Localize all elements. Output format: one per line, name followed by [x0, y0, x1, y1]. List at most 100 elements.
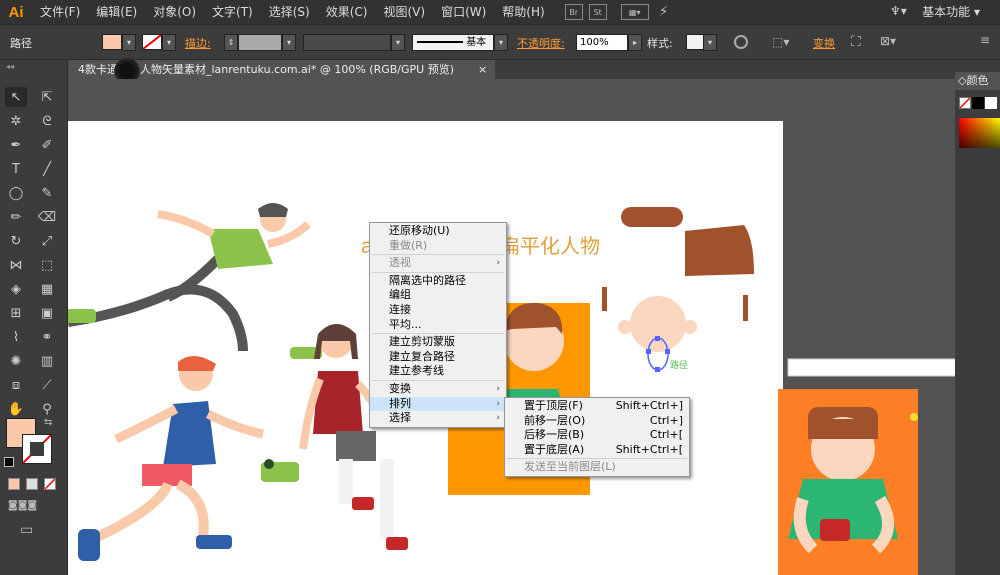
opacity-dropdown[interactable]: ▸ — [628, 34, 642, 51]
lasso-tool-icon[interactable]: ᘓ — [36, 111, 58, 131]
menu-6[interactable]: 视图(V) — [375, 0, 433, 24]
graph-tool-icon[interactable]: ▥ — [36, 351, 58, 371]
context-menu-item[interactable]: 置于底层(A) Shift+Ctrl+[ — [505, 443, 689, 458]
eraser-tool-icon[interactable]: ⌫ — [36, 207, 58, 227]
hand-tool-icon[interactable]: ✋ — [5, 399, 27, 419]
type-tool-icon[interactable]: T — [5, 159, 27, 179]
stroke-color-box[interactable] — [22, 434, 52, 464]
context-menu-item[interactable]: 选择 › — [370, 411, 506, 426]
context-menu-item[interactable]: 隔离选中的路径 — [370, 274, 506, 289]
selection-tool-icon[interactable]: ↖ — [5, 87, 27, 107]
ellipse-tool-icon[interactable]: ◯ — [5, 183, 27, 203]
width-tool-icon[interactable]: ⋈ — [5, 255, 27, 275]
scale-tool-icon[interactable]: ⤢ — [36, 231, 58, 251]
menu-7[interactable]: 窗口(W) — [433, 0, 494, 24]
bald-head-artwork[interactable]: 路径 — [618, 296, 697, 372]
rotate-tool-icon[interactable]: ↻ — [5, 231, 27, 251]
eyedropper-tool-icon[interactable]: ⌇ — [5, 327, 27, 347]
default-colors-icon[interactable] — [4, 457, 14, 467]
color-panel-tab[interactable]: ◇颜色 — [955, 72, 1000, 90]
brush-dropdown[interactable]: ▾ — [494, 34, 508, 51]
panel-menu-icon[interactable]: ≡ — [980, 33, 990, 47]
align-icon[interactable]: ⬚▾ — [772, 35, 789, 49]
recolor-artwork-icon[interactable] — [734, 35, 748, 49]
transform-link[interactable]: 变换 — [813, 35, 835, 51]
opacity-input[interactable]: 100% — [576, 34, 628, 51]
stroke-dropdown[interactable]: ▾ — [162, 34, 176, 51]
context-menu-item[interactable]: 建立参考线 — [370, 364, 506, 379]
fill-dropdown[interactable]: ▾ — [122, 34, 136, 51]
stroke-weight-dropdown[interactable]: ▾ — [282, 34, 296, 51]
none-mode-icon[interactable] — [44, 478, 56, 490]
context-menu-item[interactable]: 后移一层(B) Ctrl+[ — [505, 428, 689, 443]
variable-width-profile[interactable] — [303, 34, 391, 51]
paintbrush-tool-icon[interactable]: ✎ — [36, 183, 58, 203]
panel-black-swatch[interactable] — [972, 97, 984, 109]
menu-2[interactable]: 对象(O) — [145, 0, 204, 24]
fill-swatch[interactable] — [102, 34, 122, 50]
context-menu-item[interactable]: 编组 — [370, 288, 506, 303]
shape-builder-tool-icon[interactable]: ◈ — [5, 279, 27, 299]
symbol-sprayer-tool-icon[interactable]: ✺ — [5, 351, 27, 371]
drawing-modes-icon[interactable]: ◙◙◙ — [8, 500, 37, 511]
opacity-label[interactable]: 不透明度: — [517, 35, 565, 51]
context-menu-item[interactable]: 平均... — [370, 318, 506, 333]
context-menu-item[interactable]: 建立复合路径 — [370, 350, 506, 365]
variable-width-dropdown[interactable]: ▾ — [391, 34, 405, 51]
workspace-switcher[interactable]: 基本功能 ▾ — [922, 0, 980, 24]
context-menu-item[interactable]: 置于顶层(F) Shift+Ctrl+] — [505, 399, 689, 414]
curvature-tool-icon[interactable]: ✐ — [36, 135, 58, 155]
stroke-weight-stepper[interactable]: ⇕ — [224, 34, 238, 51]
brush-definition[interactable]: 基本 — [412, 34, 494, 51]
perspective-grid-tool-icon[interactable]: ▦ — [36, 279, 58, 299]
slice-tool-icon[interactable]: ⟋ — [36, 375, 58, 395]
panel-none-swatch[interactable] — [959, 97, 971, 109]
pencil-tool-icon[interactable]: ✏ — [5, 207, 27, 227]
line-tool-icon[interactable]: ╱ — [36, 159, 58, 179]
panel-white-swatch[interactable] — [985, 97, 997, 109]
gradient-mode-icon[interactable] — [26, 478, 38, 490]
color-mode-icon[interactable] — [8, 478, 20, 490]
stock-icon[interactable]: St — [588, 4, 607, 20]
bridge-icon[interactable]: Br — [564, 4, 583, 20]
stroke-label[interactable]: 描边: — [185, 35, 211, 51]
canvas-area[interactable]: a 扁平化人物 路径 — [68, 79, 955, 575]
color-spectrum[interactable] — [959, 118, 1000, 148]
blend-tool-icon[interactable]: ⚭ — [36, 327, 58, 347]
menu-1[interactable]: 编辑(E) — [88, 0, 145, 24]
menu-5[interactable]: 效果(C) — [318, 0, 376, 24]
context-menu-item[interactable]: 还原移动(U) — [370, 224, 506, 239]
menu-8[interactable]: 帮助(H) — [494, 0, 552, 24]
close-tab-icon[interactable]: × — [478, 60, 487, 79]
artboard-tool-icon[interactable]: ⧈ — [5, 375, 27, 395]
context-menu-item[interactable]: 建立剪切蒙版 — [370, 335, 506, 350]
screen-mode-icon[interactable]: ▭ — [20, 522, 33, 538]
menu-0[interactable]: 文件(F) — [32, 0, 88, 24]
runner-woman[interactable] — [68, 203, 322, 359]
context-menu-item[interactable]: 前移一层(O) Ctrl+] — [505, 414, 689, 429]
mesh-tool-icon[interactable]: ⊞ — [5, 303, 27, 323]
zoom-tool-icon[interactable]: ⚲ — [36, 399, 58, 419]
runner-man-blue[interactable] — [78, 355, 264, 561]
gpu-performance-icon[interactable]: ⚡ — [655, 4, 673, 20]
stroke-swatch[interactable] — [142, 34, 162, 50]
menu-3[interactable]: 文字(T) — [204, 0, 261, 24]
collapse-toolbar-icon[interactable]: ◂◂ — [6, 62, 14, 71]
menu-4[interactable]: 选择(S) — [261, 0, 318, 24]
context-menu-item[interactable]: 变换 › — [370, 382, 506, 397]
context-menu-item[interactable]: 排列 › — [370, 396, 506, 412]
transform-bounds-icon[interactable]: ⛶ — [851, 34, 861, 50]
boy-card-artwork-2[interactable] — [778, 389, 918, 575]
gradient-tool-icon[interactable]: ▣ — [36, 303, 58, 323]
swap-fill-stroke-icon[interactable]: ⇆ — [44, 417, 52, 428]
context-menu-item[interactable]: 连接 — [370, 303, 506, 318]
arrange-documents-icon[interactable]: ▦▾ — [620, 4, 649, 20]
direct-selection-tool-icon[interactable]: ⇱ — [36, 87, 58, 107]
search-help-icon[interactable]: ♆▾ — [890, 4, 907, 18]
isolate-icon[interactable]: ⊠▾ — [880, 34, 896, 48]
pen-tool-icon[interactable]: ✒ — [5, 135, 27, 155]
free-transform-tool-icon[interactable]: ⬚ — [36, 255, 58, 275]
magic-wand-tool-icon[interactable]: ✲ — [5, 111, 27, 131]
stroke-weight-input[interactable] — [238, 34, 282, 51]
graphic-style-dropdown[interactable]: ▾ — [703, 34, 717, 51]
